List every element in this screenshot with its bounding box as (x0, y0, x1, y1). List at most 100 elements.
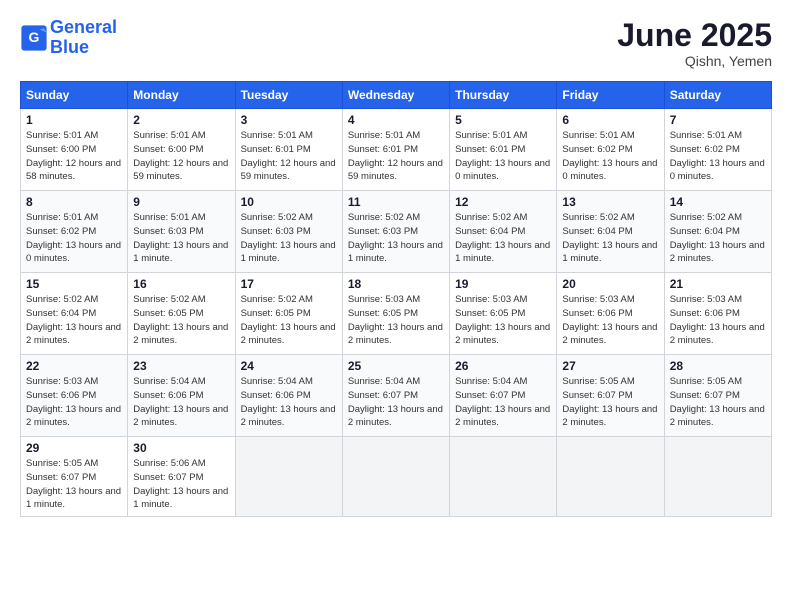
day-detail: Sunrise: 5:01 AM Sunset: 6:02 PM Dayligh… (26, 211, 122, 266)
col-tuesday: Tuesday (235, 82, 342, 109)
empty-cell (664, 437, 771, 517)
day-number: 14 (670, 195, 766, 209)
day-number: 9 (133, 195, 229, 209)
day-cell-24: 24 Sunrise: 5:04 AM Sunset: 6:06 PM Dayl… (235, 355, 342, 437)
col-thursday: Thursday (450, 82, 557, 109)
day-cell-5: 5 Sunrise: 5:01 AM Sunset: 6:01 PM Dayli… (450, 109, 557, 191)
day-detail: Sunrise: 5:02 AM Sunset: 6:04 PM Dayligh… (670, 211, 766, 266)
day-detail: Sunrise: 5:05 AM Sunset: 6:07 PM Dayligh… (562, 375, 658, 430)
day-detail: Sunrise: 5:03 AM Sunset: 6:06 PM Dayligh… (562, 293, 658, 348)
day-detail: Sunrise: 5:02 AM Sunset: 6:04 PM Dayligh… (26, 293, 122, 348)
day-detail: Sunrise: 5:02 AM Sunset: 6:04 PM Dayligh… (455, 211, 551, 266)
day-cell-14: 14 Sunrise: 5:02 AM Sunset: 6:04 PM Dayl… (664, 191, 771, 273)
calendar-week-row: 15 Sunrise: 5:02 AM Sunset: 6:04 PM Dayl… (21, 273, 772, 355)
day-cell-9: 9 Sunrise: 5:01 AM Sunset: 6:03 PM Dayli… (128, 191, 235, 273)
day-number: 23 (133, 359, 229, 373)
day-cell-16: 16 Sunrise: 5:02 AM Sunset: 6:05 PM Dayl… (128, 273, 235, 355)
day-detail: Sunrise: 5:04 AM Sunset: 6:07 PM Dayligh… (348, 375, 444, 430)
day-cell-8: 8 Sunrise: 5:01 AM Sunset: 6:02 PM Dayli… (21, 191, 128, 273)
day-number: 3 (241, 113, 337, 127)
calendar-week-row: 8 Sunrise: 5:01 AM Sunset: 6:02 PM Dayli… (21, 191, 772, 273)
day-detail: Sunrise: 5:04 AM Sunset: 6:06 PM Dayligh… (241, 375, 337, 430)
col-wednesday: Wednesday (342, 82, 449, 109)
day-number: 26 (455, 359, 551, 373)
day-detail: Sunrise: 5:01 AM Sunset: 6:00 PM Dayligh… (133, 129, 229, 184)
day-detail: Sunrise: 5:03 AM Sunset: 6:05 PM Dayligh… (348, 293, 444, 348)
day-detail: Sunrise: 5:03 AM Sunset: 6:06 PM Dayligh… (670, 293, 766, 348)
day-cell-10: 10 Sunrise: 5:02 AM Sunset: 6:03 PM Dayl… (235, 191, 342, 273)
day-detail: Sunrise: 5:02 AM Sunset: 6:05 PM Dayligh… (241, 293, 337, 348)
day-detail: Sunrise: 5:02 AM Sunset: 6:04 PM Dayligh… (562, 211, 658, 266)
day-detail: Sunrise: 5:02 AM Sunset: 6:03 PM Dayligh… (348, 211, 444, 266)
day-detail: Sunrise: 5:04 AM Sunset: 6:07 PM Dayligh… (455, 375, 551, 430)
day-detail: Sunrise: 5:03 AM Sunset: 6:05 PM Dayligh… (455, 293, 551, 348)
day-cell-30: 30 Sunrise: 5:06 AM Sunset: 6:07 PM Dayl… (128, 437, 235, 517)
calendar-week-row: 22 Sunrise: 5:03 AM Sunset: 6:06 PM Dayl… (21, 355, 772, 437)
day-cell-2: 2 Sunrise: 5:01 AM Sunset: 6:00 PM Dayli… (128, 109, 235, 191)
month-title: June 2025 (617, 18, 772, 53)
calendar-week-row: 29 Sunrise: 5:05 AM Sunset: 6:07 PM Dayl… (21, 437, 772, 517)
svg-text:G: G (29, 29, 40, 45)
day-number: 17 (241, 277, 337, 291)
day-cell-28: 28 Sunrise: 5:05 AM Sunset: 6:07 PM Dayl… (664, 355, 771, 437)
col-monday: Monday (128, 82, 235, 109)
col-friday: Friday (557, 82, 664, 109)
calendar-header-row: Sunday Monday Tuesday Wednesday Thursday… (21, 82, 772, 109)
day-number: 28 (670, 359, 766, 373)
day-cell-27: 27 Sunrise: 5:05 AM Sunset: 6:07 PM Dayl… (557, 355, 664, 437)
day-number: 18 (348, 277, 444, 291)
empty-cell (235, 437, 342, 517)
day-cell-11: 11 Sunrise: 5:02 AM Sunset: 6:03 PM Dayl… (342, 191, 449, 273)
day-cell-15: 15 Sunrise: 5:02 AM Sunset: 6:04 PM Dayl… (21, 273, 128, 355)
day-detail: Sunrise: 5:01 AM Sunset: 6:01 PM Dayligh… (455, 129, 551, 184)
day-detail: Sunrise: 5:05 AM Sunset: 6:07 PM Dayligh… (670, 375, 766, 430)
day-number: 11 (348, 195, 444, 209)
logo: G General Blue (20, 18, 117, 58)
day-cell-21: 21 Sunrise: 5:03 AM Sunset: 6:06 PM Dayl… (664, 273, 771, 355)
day-cell-18: 18 Sunrise: 5:03 AM Sunset: 6:05 PM Dayl… (342, 273, 449, 355)
day-detail: Sunrise: 5:02 AM Sunset: 6:03 PM Dayligh… (241, 211, 337, 266)
day-cell-12: 12 Sunrise: 5:02 AM Sunset: 6:04 PM Dayl… (450, 191, 557, 273)
day-number: 27 (562, 359, 658, 373)
calendar-table: Sunday Monday Tuesday Wednesday Thursday… (20, 81, 772, 517)
day-number: 1 (26, 113, 122, 127)
day-number: 20 (562, 277, 658, 291)
day-number: 4 (348, 113, 444, 127)
day-number: 5 (455, 113, 551, 127)
day-cell-7: 7 Sunrise: 5:01 AM Sunset: 6:02 PM Dayli… (664, 109, 771, 191)
col-saturday: Saturday (664, 82, 771, 109)
day-cell-1: 1 Sunrise: 5:01 AM Sunset: 6:00 PM Dayli… (21, 109, 128, 191)
day-detail: Sunrise: 5:01 AM Sunset: 6:01 PM Dayligh… (241, 129, 337, 184)
day-cell-26: 26 Sunrise: 5:04 AM Sunset: 6:07 PM Dayl… (450, 355, 557, 437)
day-cell-3: 3 Sunrise: 5:01 AM Sunset: 6:01 PM Dayli… (235, 109, 342, 191)
day-cell-6: 6 Sunrise: 5:01 AM Sunset: 6:02 PM Dayli… (557, 109, 664, 191)
empty-cell (342, 437, 449, 517)
day-detail: Sunrise: 5:05 AM Sunset: 6:07 PM Dayligh… (26, 457, 122, 512)
logo-text: General Blue (50, 18, 117, 58)
day-number: 6 (562, 113, 658, 127)
day-detail: Sunrise: 5:01 AM Sunset: 6:03 PM Dayligh… (133, 211, 229, 266)
day-detail: Sunrise: 5:06 AM Sunset: 6:07 PM Dayligh… (133, 457, 229, 512)
day-number: 12 (455, 195, 551, 209)
empty-cell (557, 437, 664, 517)
day-number: 21 (670, 277, 766, 291)
day-cell-20: 20 Sunrise: 5:03 AM Sunset: 6:06 PM Dayl… (557, 273, 664, 355)
day-number: 15 (26, 277, 122, 291)
page-header: G General Blue June 2025 Qishn, Yemen (20, 18, 772, 69)
day-detail: Sunrise: 5:01 AM Sunset: 6:01 PM Dayligh… (348, 129, 444, 184)
day-number: 19 (455, 277, 551, 291)
day-number: 16 (133, 277, 229, 291)
day-number: 8 (26, 195, 122, 209)
day-detail: Sunrise: 5:01 AM Sunset: 6:00 PM Dayligh… (26, 129, 122, 184)
day-cell-13: 13 Sunrise: 5:02 AM Sunset: 6:04 PM Dayl… (557, 191, 664, 273)
title-block: June 2025 Qishn, Yemen (617, 18, 772, 69)
day-cell-22: 22 Sunrise: 5:03 AM Sunset: 6:06 PM Dayl… (21, 355, 128, 437)
day-detail: Sunrise: 5:04 AM Sunset: 6:06 PM Dayligh… (133, 375, 229, 430)
empty-cell (450, 437, 557, 517)
day-cell-25: 25 Sunrise: 5:04 AM Sunset: 6:07 PM Dayl… (342, 355, 449, 437)
day-number: 30 (133, 441, 229, 455)
day-detail: Sunrise: 5:01 AM Sunset: 6:02 PM Dayligh… (670, 129, 766, 184)
calendar-page: G General Blue June 2025 Qishn, Yemen Su… (0, 0, 792, 612)
calendar-week-row: 1 Sunrise: 5:01 AM Sunset: 6:00 PM Dayli… (21, 109, 772, 191)
day-number: 25 (348, 359, 444, 373)
